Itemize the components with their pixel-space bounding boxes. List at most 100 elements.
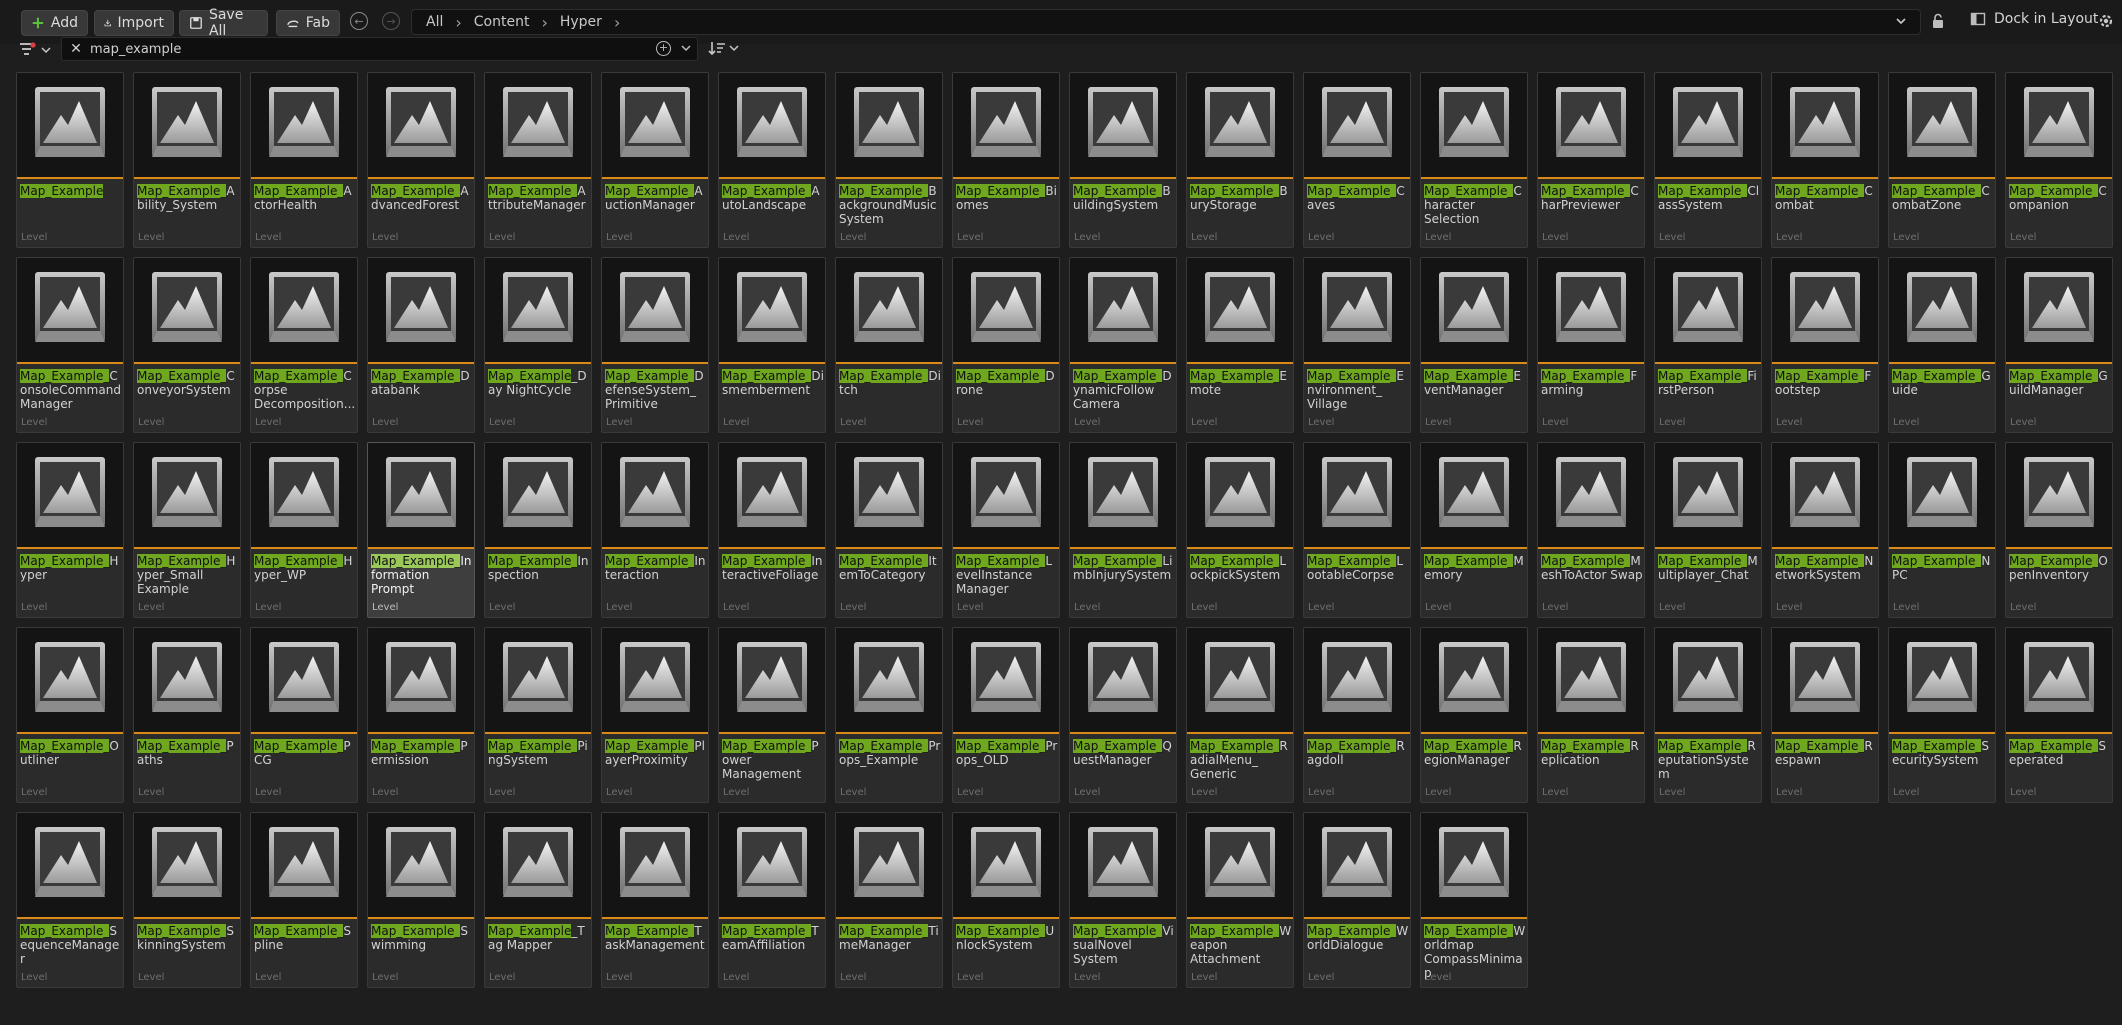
asset-tile[interactable]: Map_Example_RegionManager Level bbox=[1420, 627, 1528, 803]
asset-tile[interactable]: Map_Example_NetworkSystem Level bbox=[1771, 442, 1879, 618]
asset-tile[interactable]: Map_Example_Props_Example Level bbox=[835, 627, 943, 803]
asset-tile[interactable]: Map_Example_CharPreviewer Level bbox=[1537, 72, 1645, 248]
asset-tile[interactable]: Map_Example_Farming Level bbox=[1537, 257, 1645, 433]
asset-tile[interactable]: Map_Example_EventManager Level bbox=[1420, 257, 1528, 433]
asset-tile[interactable]: Map_Example_Ability_System Level bbox=[133, 72, 241, 248]
asset-tile[interactable]: Map_Example_Databank Level bbox=[367, 257, 475, 433]
asset-tile[interactable]: Map_Example_Corpse Decomposition... Leve… bbox=[250, 257, 358, 433]
dock-in-layout-button[interactable]: Dock in Layout bbox=[1970, 11, 2098, 27]
asset-tile[interactable]: Map_Example_CombatZone Level bbox=[1888, 72, 1996, 248]
asset-tile[interactable]: Map_Example_AuctionManager Level bbox=[601, 72, 709, 248]
asset-tile[interactable]: Map_Example_ConveyorSystem Level bbox=[133, 257, 241, 433]
asset-tile[interactable]: Map_Example_UnlockSystem Level bbox=[952, 812, 1060, 988]
asset-tile[interactable]: Map_Example_Caves Level bbox=[1303, 72, 1411, 248]
asset-tile[interactable]: Map_Example_Emote Level bbox=[1186, 257, 1294, 433]
asset-tile[interactable]: Map_Example_Inspection Level bbox=[484, 442, 592, 618]
asset-tile[interactable]: Map_Example_Seperated Level bbox=[2005, 627, 2113, 803]
asset-tile[interactable]: Map_Example_Multiplayer_Chat Level bbox=[1654, 442, 1762, 618]
asset-tile[interactable]: Map_Example_InteractiveFoliage Level bbox=[718, 442, 826, 618]
save-all-button[interactable]: Save All bbox=[179, 7, 268, 39]
asset-tile[interactable]: Map_Example_ClassSystem Level bbox=[1654, 72, 1762, 248]
asset-tile[interactable]: Map_Example Level bbox=[16, 72, 124, 248]
history-back-icon[interactable]: ← bbox=[350, 12, 368, 30]
history-forward-icon[interactable]: → bbox=[382, 12, 400, 30]
chevron-down-icon[interactable] bbox=[1894, 14, 1908, 28]
asset-tile[interactable]: Map_Example_Information Prompt Level bbox=[367, 442, 475, 618]
clear-search-icon[interactable]: ✕ bbox=[62, 41, 90, 57]
asset-tile[interactable]: Map_Example_Replication Level bbox=[1537, 627, 1645, 803]
asset-tile[interactable]: Map_Example_Footstep Level bbox=[1771, 257, 1879, 433]
chevron-right-icon[interactable]: › bbox=[614, 13, 620, 32]
asset-tile[interactable]: Map_Example_Memory Level bbox=[1420, 442, 1528, 618]
asset-tile[interactable]: Map_Example_ActorHealth Level bbox=[250, 72, 358, 248]
asset-tile[interactable]: Map_Example_Respawn Level bbox=[1771, 627, 1879, 803]
filter-button[interactable] bbox=[19, 40, 53, 60]
sort-button[interactable] bbox=[708, 40, 739, 56]
asset-tile[interactable]: Map_Example_AutoLandscape Level bbox=[718, 72, 826, 248]
asset-tile[interactable]: Map_Example_Hyper_Small Example Level bbox=[133, 442, 241, 618]
asset-tile[interactable]: Map_Example_LockpickSystem Level bbox=[1186, 442, 1294, 618]
asset-tile[interactable]: Map_Example_Paths Level bbox=[133, 627, 241, 803]
asset-tile[interactable]: Map_Example_Permission Level bbox=[367, 627, 475, 803]
asset-tile[interactable]: Map_Example_PlayerProximity Level bbox=[601, 627, 709, 803]
asset-tile[interactable]: Map_Example_Hyper_WP Level bbox=[250, 442, 358, 618]
asset-tile[interactable]: Map_Example_Combat Level bbox=[1771, 72, 1879, 248]
chevron-right-icon[interactable]: › bbox=[541, 13, 547, 32]
asset-tile[interactable]: Map_Example_TaskManagement Level bbox=[601, 812, 709, 988]
asset-tile[interactable]: Map_Example_Hyper Level bbox=[16, 442, 124, 618]
asset-tile[interactable]: Map_Example_ConsoleCommand Manager Level bbox=[16, 257, 124, 433]
asset-tile[interactable]: Map_Example_LevelInstance Manager Level bbox=[952, 442, 1060, 618]
asset-tile[interactable]: Map_Example_DynamicFollow Camera Level bbox=[1069, 257, 1177, 433]
chevron-right-icon[interactable]: › bbox=[455, 13, 461, 32]
asset-tile[interactable]: Map_Example_Props_OLD Level bbox=[952, 627, 1060, 803]
asset-tile[interactable]: Map_Example_TeamAffiliation Level bbox=[718, 812, 826, 988]
import-button[interactable]: Import bbox=[94, 10, 174, 36]
asset-tile[interactable]: Map_Example_SequenceManager Level bbox=[16, 812, 124, 988]
asset-tile[interactable]: Map_Example_Biomes Level bbox=[952, 72, 1060, 248]
asset-tile[interactable]: Map_Example_Tag Mapper Level bbox=[484, 812, 592, 988]
asset-tile[interactable]: Map_Example_SecuritySystem Level bbox=[1888, 627, 1996, 803]
asset-tile[interactable]: Map_Example_Interaction Level bbox=[601, 442, 709, 618]
asset-tile[interactable]: Map_Example_PingSystem Level bbox=[484, 627, 592, 803]
asset-tile[interactable]: Map_Example_PCG Level bbox=[250, 627, 358, 803]
asset-tile[interactable]: Map_Example_Day NightCycle Level bbox=[484, 257, 592, 433]
asset-tile[interactable]: Map_Example_LimbInjurySystem Level bbox=[1069, 442, 1177, 618]
fab-button[interactable]: Fab bbox=[276, 10, 340, 36]
asset-tile[interactable]: Map_Example_Drone Level bbox=[952, 257, 1060, 433]
asset-tile[interactable]: Map_Example_MeshToActor Swap Level bbox=[1537, 442, 1645, 618]
asset-tile[interactable]: Map_Example_Ragdoll Level bbox=[1303, 627, 1411, 803]
asset-tile[interactable]: Map_Example_ItemToCategory Level bbox=[835, 442, 943, 618]
asset-tile[interactable]: Map_Example_TimeManager Level bbox=[835, 812, 943, 988]
asset-tile[interactable]: Map_Example_Environment_ Village Level bbox=[1303, 257, 1411, 433]
asset-tile[interactable]: Map_Example_Weapon Attachment Level bbox=[1186, 812, 1294, 988]
asset-tile[interactable]: Map_Example_BuildingSystem Level bbox=[1069, 72, 1177, 248]
gear-icon[interactable] bbox=[2097, 12, 2115, 30]
asset-tile[interactable]: Map_Example_DefenseSystem_ Primitive Lev… bbox=[601, 257, 709, 433]
add-button[interactable]: Add bbox=[21, 10, 88, 36]
breadcrumb-item[interactable]: Hyper bbox=[560, 14, 602, 30]
add-filter-icon[interactable]: + bbox=[656, 41, 671, 56]
asset-tile[interactable]: Map_Example_Ditch Level bbox=[835, 257, 943, 433]
asset-tile[interactable]: Map_Example_BuryStorage Level bbox=[1186, 72, 1294, 248]
asset-tile[interactable]: Map_Example_AttributeManager Level bbox=[484, 72, 592, 248]
asset-tile[interactable]: Map_Example_Outliner Level bbox=[16, 627, 124, 803]
asset-tile[interactable]: Map_Example_VisualNovel System Level bbox=[1069, 812, 1177, 988]
asset-tile[interactable]: Map_Example_Dismemberment Level bbox=[718, 257, 826, 433]
asset-tile[interactable]: Map_Example_FirstPerson Level bbox=[1654, 257, 1762, 433]
breadcrumb-item[interactable]: All bbox=[426, 14, 443, 30]
search-input[interactable]: ✕ map_example + bbox=[61, 37, 698, 61]
asset-tile[interactable]: Map_Example_NPC Level bbox=[1888, 442, 1996, 618]
asset-tile[interactable]: Map_Example_Spline Level bbox=[250, 812, 358, 988]
breadcrumb-item[interactable]: Content bbox=[474, 14, 530, 30]
asset-tile[interactable]: Map_Example_Swimming Level bbox=[367, 812, 475, 988]
asset-tile[interactable]: Map_Example_SkinningSystem Level bbox=[133, 812, 241, 988]
lock-icon[interactable] bbox=[1930, 13, 1946, 29]
asset-tile[interactable]: Map_Example_Companion Level bbox=[2005, 72, 2113, 248]
asset-tile[interactable]: Map_Example_Power Management Level bbox=[718, 627, 826, 803]
asset-tile[interactable]: Map_Example_ReputationSystem Level bbox=[1654, 627, 1762, 803]
asset-tile[interactable]: Map_Example_Guide Level bbox=[1888, 257, 1996, 433]
asset-tile[interactable]: Map_Example_RadialMenu_ Generic Level bbox=[1186, 627, 1294, 803]
asset-tile[interactable]: Map_Example_OpenInventory Level bbox=[2005, 442, 2113, 618]
asset-tile[interactable]: Map_Example_AdvancedForest Level bbox=[367, 72, 475, 248]
asset-tile[interactable]: Map_Example_QuestManager Level bbox=[1069, 627, 1177, 803]
